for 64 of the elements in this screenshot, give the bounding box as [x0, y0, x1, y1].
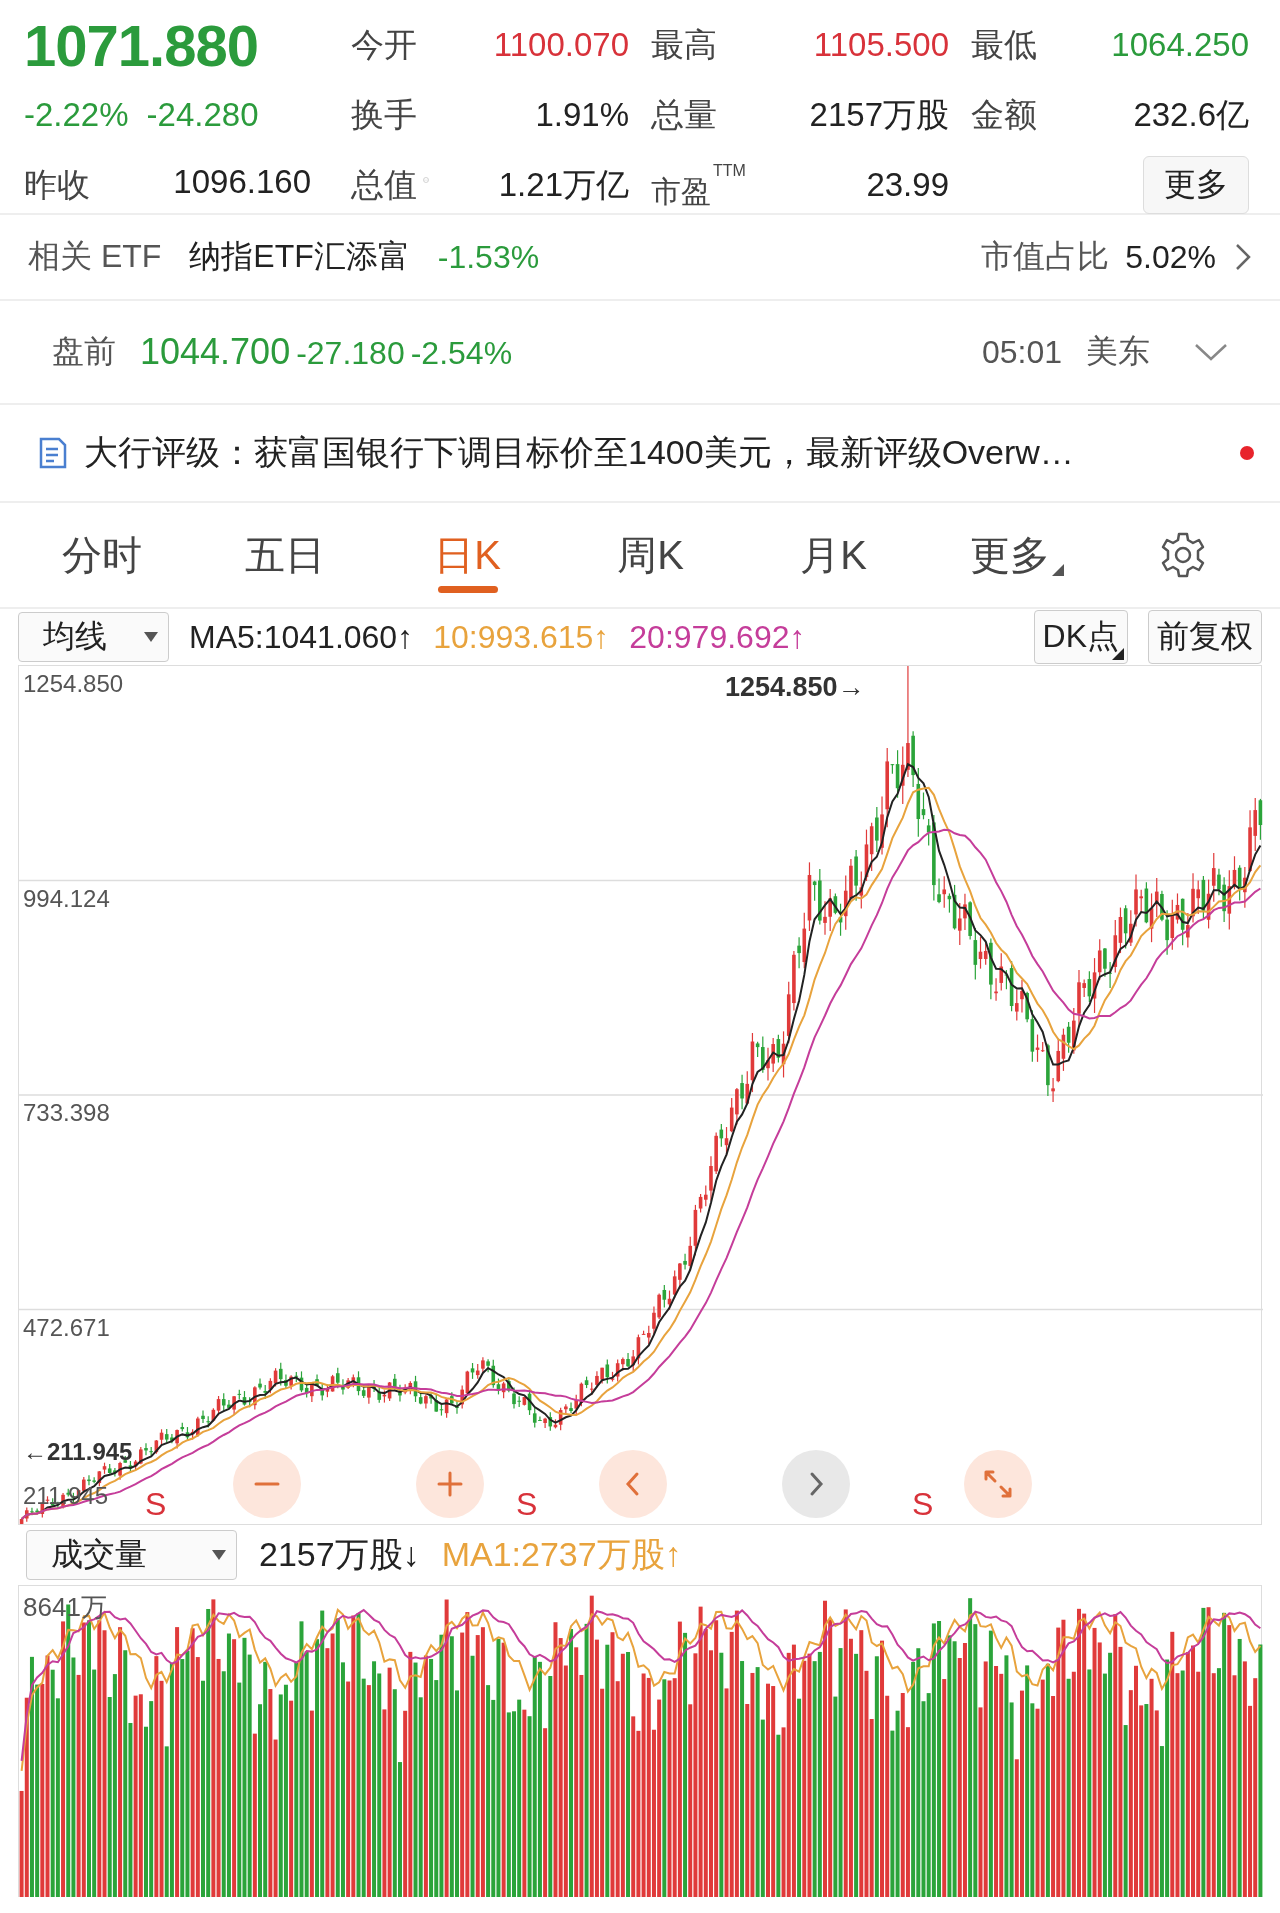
- minus-icon: [254, 1481, 280, 1487]
- period-tab[interactable]: 日K: [376, 503, 559, 607]
- stat-value: 1096.160: [173, 162, 311, 202]
- premarket-time: 05:01: [981, 333, 1062, 371]
- stat-value: 1100.070: [492, 26, 629, 64]
- signal-marker: S: [912, 1486, 934, 1523]
- premarket-change: -27.180: [296, 335, 405, 372]
- stat-label: 总值: [351, 164, 417, 205]
- timezone-label: 美东: [1086, 332, 1150, 371]
- low-marker: ←211.945: [23, 1438, 133, 1466]
- change-percent: -2.22%: [24, 96, 129, 134]
- stat-value: 1105.500: [812, 26, 949, 64]
- stat-label: 最高: [651, 24, 717, 65]
- indicator-dropdown[interactable]: 均线: [18, 612, 169, 662]
- adjust-button[interactable]: 前复权: [1148, 610, 1262, 664]
- last-price: 1071.880: [24, 11, 259, 79]
- etf-name[interactable]: 纳指ETF汇添富: [189, 235, 410, 279]
- stat-label: 金额: [971, 94, 1037, 135]
- period-tab[interactable]: 周K: [559, 503, 742, 607]
- etf-label: 相关 ETF: [28, 237, 162, 276]
- period-tab[interactable]: 五日: [193, 503, 376, 607]
- indicator-dropdown[interactable]: 成交量: [26, 1530, 237, 1580]
- stat-label: 市盈 TTM: [651, 163, 746, 207]
- chevron-right-icon[interactable]: [1234, 242, 1252, 272]
- axis-label: 472.671: [23, 1313, 110, 1342]
- axis-label: 733.398: [23, 1099, 110, 1127]
- share-label: 市值占比: [981, 237, 1110, 276]
- stat-value: 232.6亿: [1132, 94, 1249, 135]
- premarket-label: 盘前: [52, 332, 116, 371]
- moving-average-value: 10:993.615↑: [433, 618, 610, 656]
- more-button[interactable]: 更多: [1143, 156, 1249, 214]
- stat-value: 2157万股: [808, 94, 949, 135]
- volume-value: 2157万股↓: [259, 1534, 420, 1575]
- stat-label: 总量: [651, 94, 717, 135]
- premarket-change-percent: -2.54%: [410, 335, 513, 372]
- stat-value: 1.91%: [534, 96, 629, 134]
- signal-marker: S: [516, 1486, 538, 1523]
- signal-marker: S: [145, 1486, 167, 1523]
- etf-change: -1.53%: [437, 238, 540, 276]
- period-tab[interactable]: 月K: [742, 503, 925, 607]
- moving-average-value: 20:979.692↑: [629, 618, 806, 656]
- corner-caret-icon: [1051, 564, 1064, 576]
- stat-label: 换手: [351, 94, 417, 135]
- period-tab[interactable]: 更多: [925, 503, 1108, 607]
- high-marker: 1254.850→: [725, 672, 865, 703]
- stat-value: 1.21万亿: [497, 164, 629, 205]
- axis-label: 1254.850: [23, 670, 124, 698]
- share-value: 5.02%: [1125, 238, 1216, 276]
- points-button[interactable]: DK点: [1033, 610, 1128, 664]
- chevron-icon[interactable]: [1194, 342, 1228, 362]
- caret-icon: [144, 632, 158, 642]
- period-tab[interactable]: 分时: [10, 503, 193, 607]
- stat-label: 最低: [971, 24, 1037, 65]
- volume-average-value: MA1:2737万股↑: [441, 1534, 682, 1575]
- stat-value: 1064.250: [1110, 26, 1249, 64]
- axis-label: 8641万: [23, 1591, 107, 1624]
- change-amount: -24.280: [146, 96, 259, 134]
- premarket-price: 1044.700: [140, 331, 291, 373]
- caret-icon: [212, 1550, 226, 1560]
- news-headline[interactable]: 大行评级：获富国银行下调目标价至1400美元，最新评级Overw…: [84, 430, 1226, 476]
- axis-label: 994.124: [23, 884, 110, 913]
- stat-label: 昨收: [24, 164, 90, 205]
- moving-average-value: MA5:1041.060↑: [189, 618, 414, 656]
- stat-label: 今开: [351, 24, 417, 65]
